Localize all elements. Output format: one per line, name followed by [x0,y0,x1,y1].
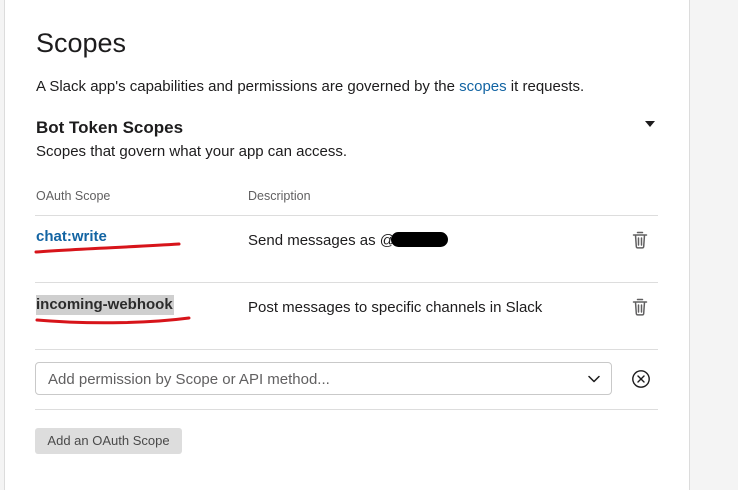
trash-icon[interactable] [631,297,649,317]
scope-description: Post messages to specific channels in Sl… [248,299,543,316]
intro-text-end: it requests. [506,78,585,95]
page-title: Scopes [36,28,127,58]
caret-down-icon[interactable] [643,117,657,131]
scope-description-text: Send messages as @ [248,232,395,249]
scope-name-chat-write[interactable]: chat:write [36,228,107,245]
scopes-link[interactable]: scopes [459,78,507,95]
oauth-scope-column-header: OAuth Scope [36,189,111,203]
add-oauth-scope-button[interactable]: Add an OAuth Scope [35,428,182,454]
intro-text: A Slack app's capabilities and permissio… [36,78,584,95]
scope-description: Send messages as @ [248,232,448,249]
divider [35,215,658,216]
circle-x-icon[interactable] [631,369,651,389]
bot-token-scopes-subheading: Scopes that govern what your app can acc… [36,143,348,160]
bot-token-scopes-heading: Bot Token Scopes [36,118,184,137]
add-permission-placeholder: Add permission by Scope or API method... [48,371,330,388]
scope-name-incoming-webhook[interactable]: incoming-webhook [36,295,174,315]
description-column-header: Description [248,189,311,203]
chevron-down-icon[interactable] [587,373,601,385]
scopes-panel: Scopes A Slack app's capabilities and pe… [4,0,690,490]
divider [35,349,658,350]
add-permission-select[interactable]: Add permission by Scope or API method... [35,362,612,395]
divider [35,409,658,410]
redacted-username [390,232,448,247]
divider [35,282,658,283]
trash-icon[interactable] [631,230,649,250]
intro-text-start: A Slack app's capabilities and permissio… [36,78,460,95]
